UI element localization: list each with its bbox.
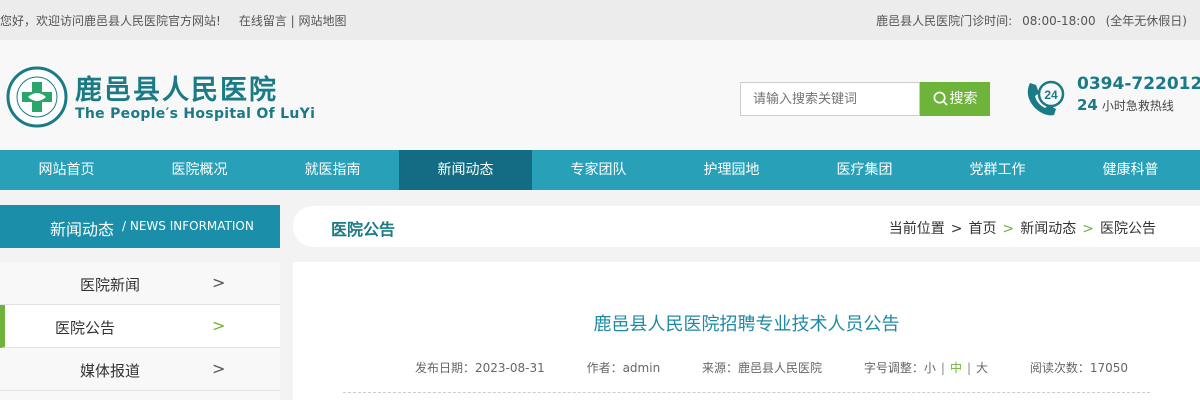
hours-label: 鹿邑县人民医院门诊时间: [876, 14, 1013, 28]
hospital-logo-icon[interactable] [6, 66, 68, 128]
sidebar-title-en: / NEWS INFORMATION [122, 219, 254, 233]
hotline-label: 小时急救热线 [1101, 99, 1174, 113]
nav-item-medical-group[interactable]: 医疗集团 [798, 150, 931, 190]
nav-item-guide[interactable]: 就医指南 [266, 150, 399, 190]
sidebar-item-label: 医院公告 [55, 319, 116, 337]
chevron-right-icon: > [212, 316, 226, 335]
hotline-hours: 24 [1077, 96, 1098, 114]
nav-item-health[interactable]: 健康科普 [1064, 150, 1197, 190]
logo-title-cn: 鹿邑县人民医院 [75, 75, 278, 106]
article-author: 作者：admin [586, 361, 661, 375]
publish-date: 发布日期：2023-08-31 [415, 361, 545, 375]
font-size-medium[interactable]: 中 [950, 361, 962, 375]
clinic-hours: 鹿邑县人民医院门诊时间: 08:00-18:00 (全年无休假日) [876, 12, 1187, 29]
site-header: 鹿邑县人民医院 The People′s Hospital Of LuYi 搜索… [0, 40, 1200, 150]
nav-item-experts[interactable]: 专家团队 [532, 150, 665, 190]
breadcrumb-separator: > [1002, 221, 1015, 237]
view-count: 阅读次数：17050 [1029, 361, 1129, 375]
nav-item-news[interactable]: 新闻动态 [399, 150, 532, 190]
breadcrumb-news[interactable]: 新闻动态 [1020, 221, 1076, 237]
nav-item-party[interactable]: 党群工作 [931, 150, 1064, 190]
logo-title-en: The People′s Hospital Of LuYi [75, 106, 316, 122]
font-size-control: 字号调整：小 | 中 | 大 [864, 361, 988, 375]
welcome-text: 您好，欢迎访问鹿邑县人民医院官方网站! [0, 14, 221, 28]
breadcrumb-separator: > [950, 221, 963, 237]
sidebar-item-label: 医院新闻 [80, 276, 141, 294]
font-size-small[interactable]: 小 [924, 361, 936, 375]
breadcrumb: 当前位置 > 首页 > 新闻动态 > 医院公告 [889, 218, 1156, 238]
nav-item-home[interactable]: 网站首页 [0, 150, 133, 190]
search-button[interactable]: 搜索 [920, 82, 990, 116]
top-links[interactable]: 在线留言 | 网站地图 [239, 14, 347, 28]
font-size-large[interactable]: 大 [976, 361, 988, 375]
breadcrumb-home[interactable]: 首页 [969, 221, 997, 237]
sidebar-title-cn: 新闻动态 [50, 220, 115, 239]
top-bar-left: 您好，欢迎访问鹿邑县人民医院官方网站! 在线留言 | 网站地图 [0, 12, 347, 29]
article-divider [343, 392, 1150, 393]
article-meta: 发布日期：2023-08-31 作者：admin 来源：鹿邑县人民医院 字号调整… [415, 359, 1128, 376]
chevron-right-icon: > [212, 273, 226, 292]
font-size-label: 字号调整： [863, 361, 924, 375]
sidebar-menu: 医院新闻 > 医院公告 > 媒体报道 > [0, 262, 280, 400]
nav-item-overview[interactable]: 医院概况 [133, 150, 266, 190]
emergency-phone[interactable]: 0394-7220120 [1077, 74, 1200, 94]
hotline-caption: 24 小时急救热线 [1077, 96, 1174, 114]
sidebar-item-label: 媒体报道 [80, 362, 141, 380]
sidebar-header: 新闻动态 / NEWS INFORMATION [0, 205, 280, 248]
breadcrumb-bar: 医院公告 当前位置 > 首页 > 新闻动态 > 医院公告 [293, 206, 1200, 247]
phone-24h-icon: 24 [1027, 80, 1065, 116]
breadcrumb-current[interactable]: 医院公告 [1100, 221, 1156, 237]
search-input[interactable] [740, 82, 920, 116]
hours-value: 08:00-18:00 [1022, 14, 1096, 28]
search-button-label: 搜索 [949, 91, 978, 107]
font-size-divider: | [966, 361, 971, 375]
breadcrumb-prefix: 当前位置 [888, 221, 945, 237]
article-source: 来源：鹿邑县人民医院 [702, 361, 823, 375]
font-size-divider: | [940, 361, 945, 375]
top-bar: 您好，欢迎访问鹿邑县人民医院官方网站! 在线留言 | 网站地图 鹿邑县人民医院门诊… [0, 0, 1200, 40]
breadcrumb-separator: > [1082, 221, 1094, 237]
sidebar-item-announcements[interactable]: 医院公告 > [0, 305, 280, 348]
nav-item-nursing[interactable]: 护理园地 [665, 150, 798, 190]
article-title: 鹿邑县人民医院招聘专业技术人员公告 [593, 314, 900, 335]
chevron-right-icon: > [212, 359, 226, 378]
article-panel: 鹿邑县人民医院招聘专业技术人员公告 发布日期：2023-08-31 作者：adm… [293, 262, 1200, 400]
sidebar-item-hospital-news[interactable]: 医院新闻 > [0, 262, 280, 305]
hours-note: (全年无休假日) [1105, 14, 1187, 28]
section-title: 医院公告 [331, 220, 396, 239]
sidebar-item-media[interactable]: 媒体报道 > [0, 348, 280, 391]
phone-badge-text: 24 [1044, 88, 1058, 102]
search-icon [933, 91, 948, 106]
main-nav: 网站首页 医院概况 就医指南 新闻动态 专家团队 护理园地 医疗集团 党群工作 … [0, 150, 1200, 190]
